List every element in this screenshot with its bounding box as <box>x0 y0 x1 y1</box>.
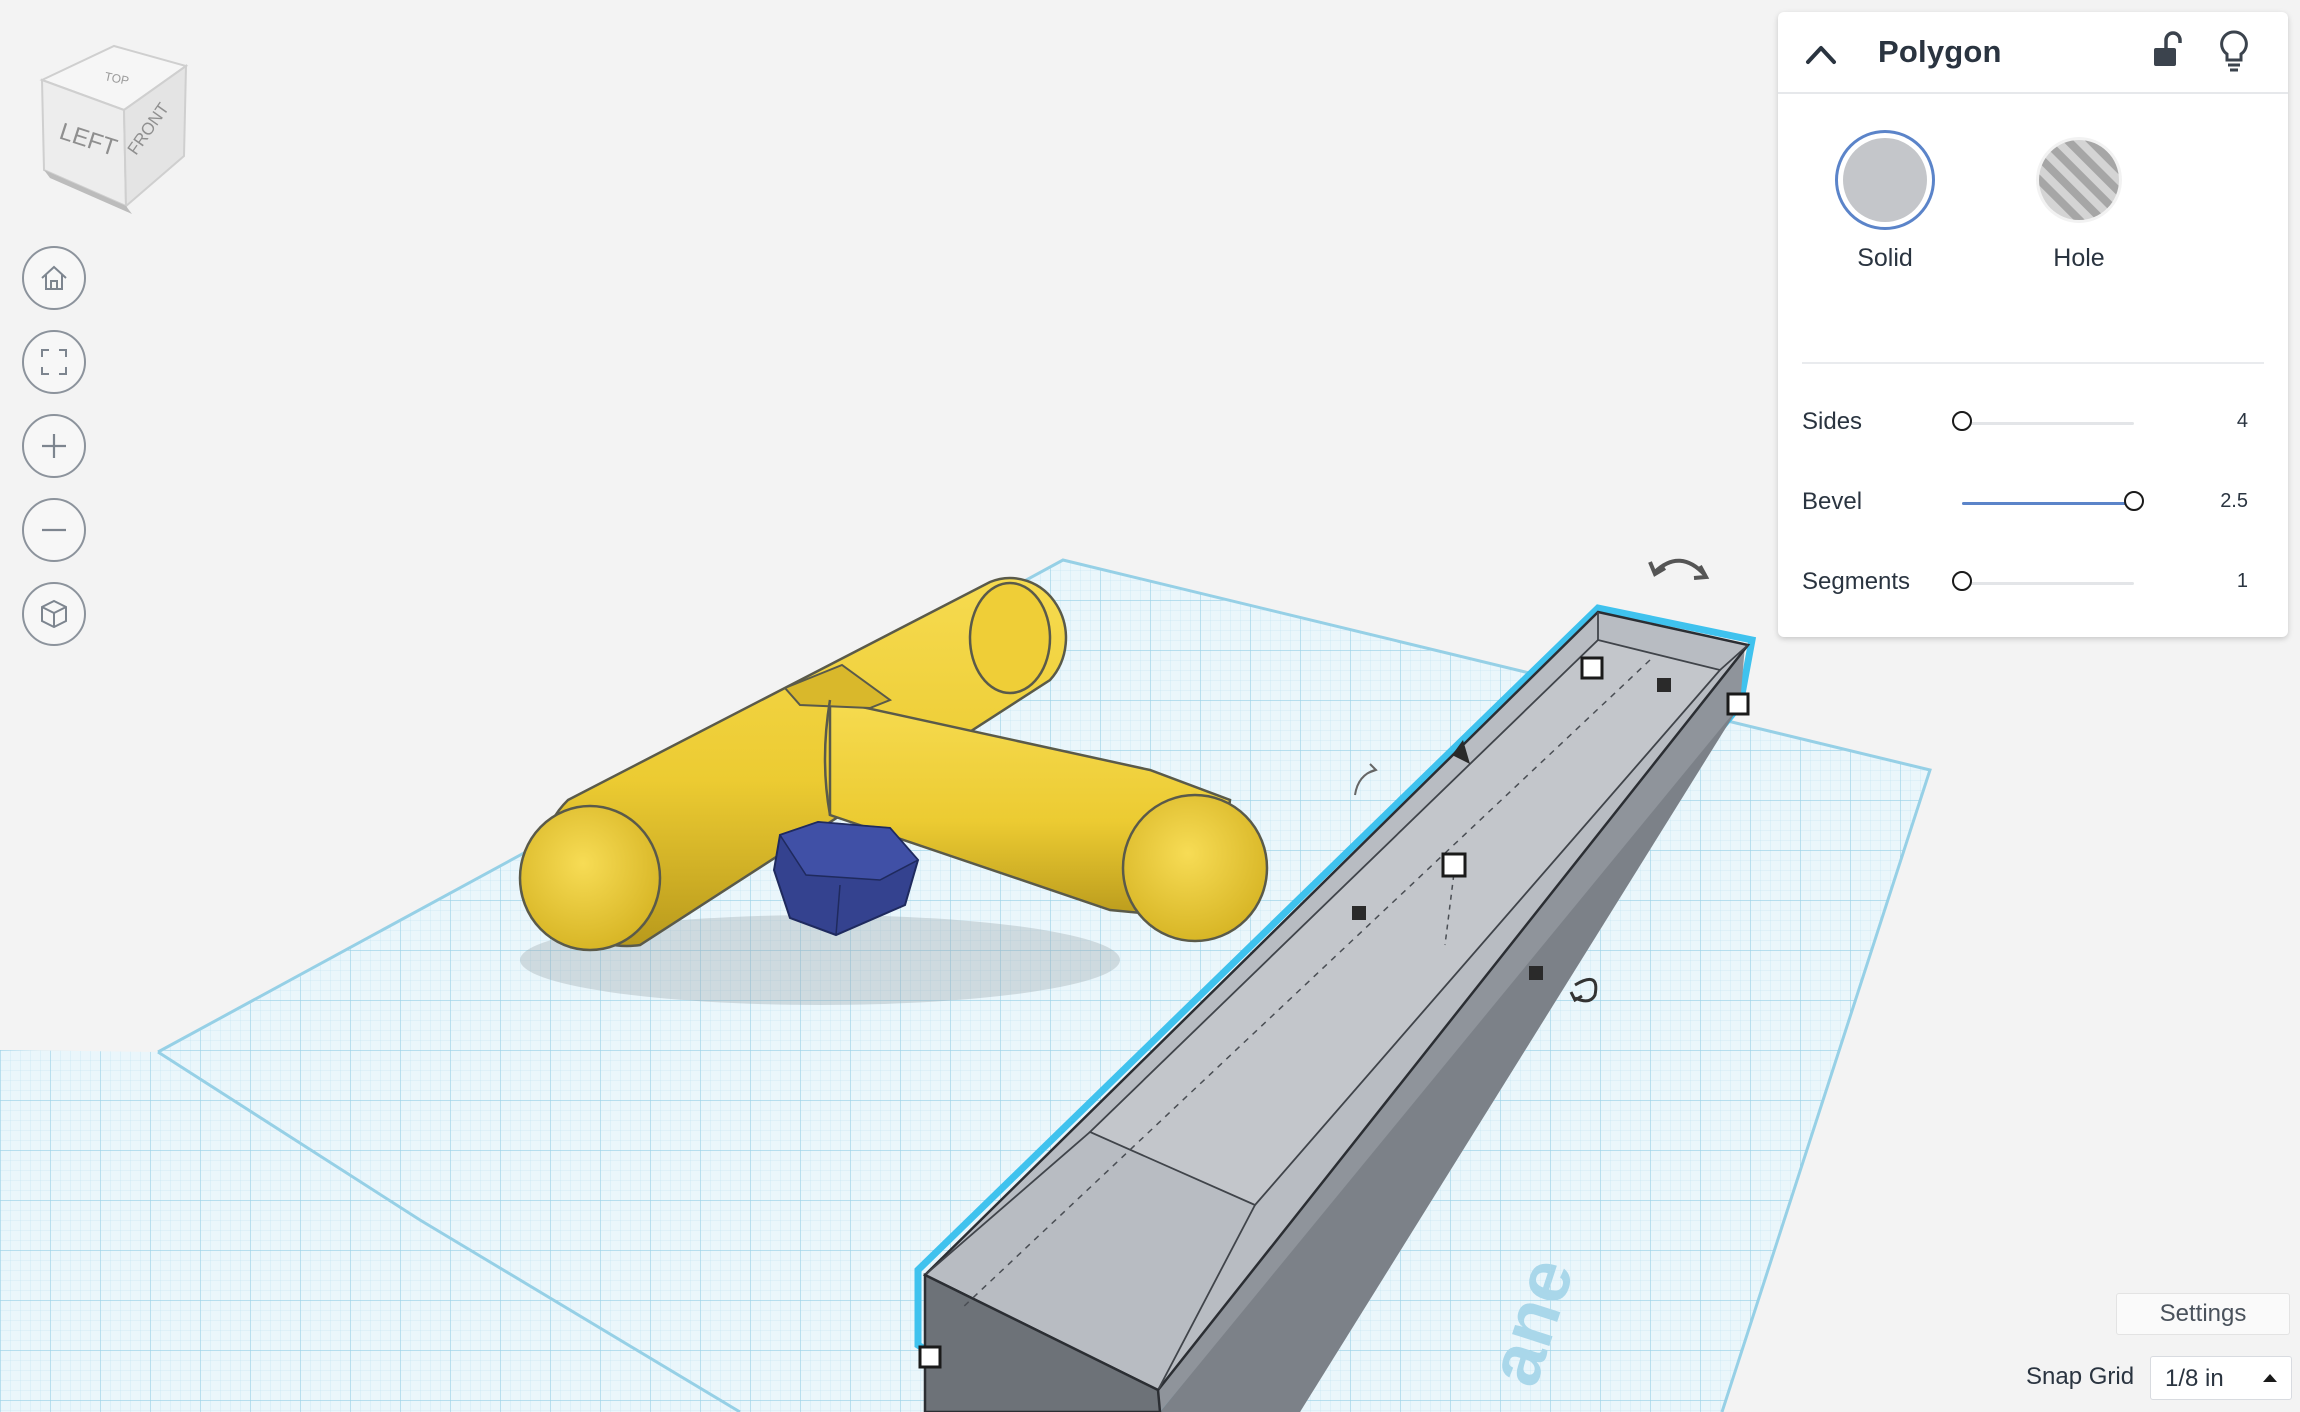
zoom-in-button[interactable] <box>22 414 86 478</box>
cube-icon <box>41 599 67 629</box>
param-row-segments: Segments 1 <box>1778 558 2288 608</box>
hole-swatch <box>2036 137 2122 223</box>
fit-view-icon <box>41 349 67 375</box>
hole-label: Hole <box>2053 244 2105 272</box>
panel-divider <box>1802 362 2264 364</box>
segments-slider-knob[interactable] <box>1952 571 1972 591</box>
sides-slider-knob[interactable] <box>1952 411 1972 431</box>
snap-grid-label: Snap Grid <box>2026 1363 2135 1390</box>
param-row-bevel: Bevel 2.5 <box>1778 478 2288 528</box>
plus-icon <box>42 434 66 458</box>
snap-grid-value: 1/8 in <box>2165 1365 2224 1392</box>
bevel-value[interactable]: 2.5 <box>2220 490 2248 513</box>
segments-slider[interactable] <box>1952 571 2134 591</box>
shape-inspector-panel: Polygon <box>1778 12 2288 637</box>
sides-slider[interactable] <box>1952 411 2134 431</box>
sides-label: Sides <box>1802 408 1863 435</box>
zoom-out-button[interactable] <box>22 498 86 562</box>
minus-icon <box>42 528 66 532</box>
solid-swatch <box>1843 138 1927 222</box>
hole-mode-button[interactable]: Hole <box>2014 130 2144 273</box>
unlock-icon[interactable] <box>2144 28 2188 72</box>
panel-title: Polygon <box>1878 34 2002 69</box>
segments-label: Segments <box>1802 568 1911 595</box>
fit-all-button[interactable] <box>22 330 86 394</box>
settings-button[interactable]: Settings <box>2116 1293 2290 1335</box>
bevel-label: Bevel <box>1802 488 1863 515</box>
lightbulb-icon[interactable] <box>2212 26 2256 74</box>
home-icon <box>41 265 67 290</box>
bevel-slider-knob[interactable] <box>2124 491 2144 511</box>
solid-label: Solid <box>1857 244 1913 272</box>
segments-value[interactable]: 1 <box>2237 570 2248 593</box>
chevron-up-icon[interactable] <box>1800 34 1842 76</box>
bevel-slider[interactable] <box>1962 491 2144 511</box>
solid-mode-button[interactable]: Solid <box>1820 130 1950 273</box>
home-view-button[interactable] <box>22 246 86 310</box>
snap-grid-select[interactable]: 1/8 in <box>2150 1356 2292 1400</box>
param-row-sides: Sides 4 <box>1778 398 2288 448</box>
caret-up-icon <box>2263 1374 2277 1382</box>
view-cube[interactable]: TOP LEFT FRONT <box>24 38 194 218</box>
sides-value[interactable]: 4 <box>2237 410 2248 433</box>
inspector-header: Polygon <box>1778 12 2288 94</box>
perspective-toggle-button[interactable] <box>22 582 86 646</box>
